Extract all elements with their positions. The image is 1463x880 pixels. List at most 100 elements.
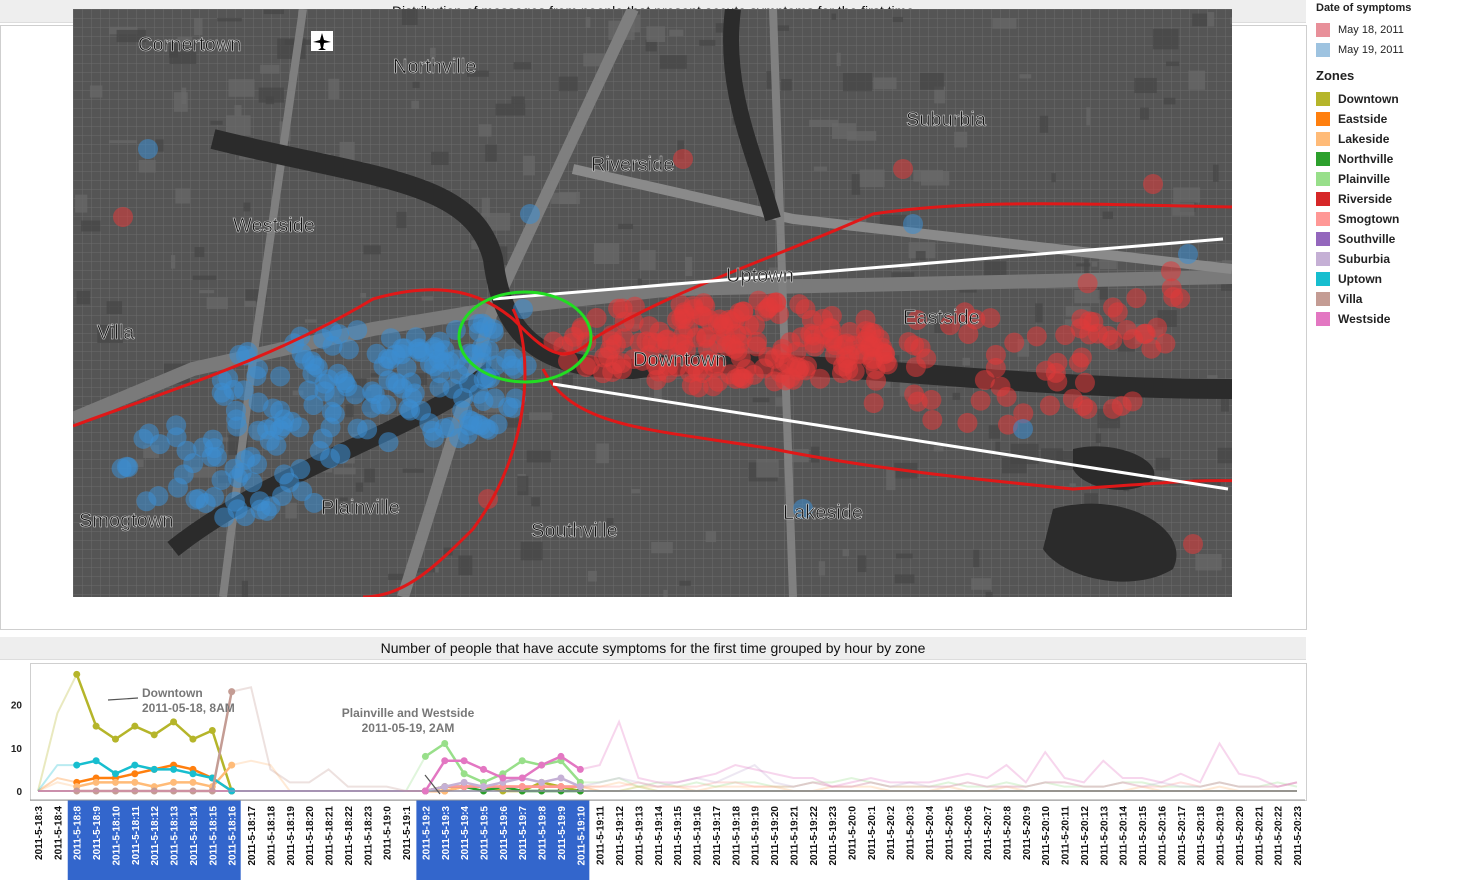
series-point	[479, 765, 487, 773]
legend-zone-item[interactable]: Lakeside	[1316, 129, 1461, 149]
map-label: Eastside	[903, 307, 980, 329]
legend-zone-item[interactable]: Villa	[1316, 289, 1461, 309]
legend-swatch	[1316, 172, 1330, 186]
symptom-dot	[1143, 174, 1163, 194]
x-tick-label: 2011-5-18:18	[266, 806, 277, 866]
legend-swatch	[1316, 92, 1330, 106]
x-tick-label: 2011-5-19:10	[576, 806, 587, 866]
symptom-dot	[1103, 297, 1124, 318]
symptom-dot	[195, 493, 216, 514]
legend-zone-item[interactable]: Westside	[1316, 309, 1461, 329]
x-tick-label: 2011-5-20:5	[944, 806, 955, 860]
legend-swatch	[1316, 112, 1330, 126]
series-point	[441, 783, 449, 791]
legend-zone-item[interactable]: Suburbia	[1316, 249, 1461, 269]
legend-label: Downtown	[1338, 92, 1399, 106]
symptom-dot	[601, 331, 622, 352]
map-label: Downtown	[633, 349, 726, 371]
x-tick-label: 2011-5-20:19	[1216, 806, 1227, 866]
series-point	[421, 787, 429, 795]
symptom-dot	[378, 432, 399, 453]
x-tick-label: 2011-5-18:10	[111, 806, 122, 866]
x-tick-label: 2011-5-18:21	[325, 806, 336, 866]
series-point	[499, 774, 507, 782]
legend-zone-item[interactable]: Riverside	[1316, 189, 1461, 209]
x-tick-label: 2011-5-18:3	[34, 806, 45, 860]
x-tick-label: 2011-5-18:4	[53, 806, 64, 860]
x-tick-label: 2011-5-19:0	[383, 806, 394, 860]
series-line-faded	[38, 719, 1298, 792]
x-tick-label: 2011-5-20:15	[1138, 806, 1149, 866]
x-tick-label: 2011-5-18:12	[150, 806, 161, 866]
legend-zone-item[interactable]: Eastside	[1316, 109, 1461, 129]
series-point	[170, 718, 178, 726]
x-tick-label: 2011-5-20:3	[906, 806, 917, 860]
legend-date-item[interactable]: May 18, 2011	[1316, 20, 1461, 40]
x-tick-label: 2011-5-20:6	[964, 806, 975, 860]
symptom-dot	[320, 448, 341, 469]
y-tick-label: 0	[16, 787, 22, 798]
legend-zone-item[interactable]: Northville	[1316, 149, 1461, 169]
x-tick-label: 2011-5-20:22	[1274, 806, 1285, 866]
x-tick-label: 2011-5-20:13	[1099, 806, 1110, 866]
x-tick-label: 2011-5-19:11	[596, 806, 607, 865]
symptom-dot	[487, 414, 508, 435]
x-tick-label: 2011-5-20:0	[848, 806, 859, 860]
series-point	[170, 765, 178, 773]
symptom-dot	[757, 298, 778, 319]
x-tick-label: 2011-5-18:20	[305, 806, 316, 866]
x-tick-label: 2011-5-20:14	[1119, 806, 1130, 866]
series-point	[460, 757, 468, 765]
x-tick-label: 2011-5-19:19	[751, 806, 762, 866]
annotation-pointer	[107, 697, 139, 701]
symptom-dot	[347, 418, 368, 439]
symptom-dot	[250, 499, 271, 520]
symptom-dot	[405, 327, 426, 348]
series-point	[557, 774, 565, 782]
line-chart[interactable]: 0 10 20 2011-5-18:3 2011-5-18:4 2011-5-18:8 2…	[0, 660, 1310, 880]
symptom-dot	[520, 204, 540, 224]
x-tick-label: 2011-5-20:12	[1080, 806, 1091, 866]
legend-zone-item[interactable]: Plainville	[1316, 169, 1461, 189]
symptom-dot	[502, 397, 523, 418]
legend-zone-item[interactable]: Downtown	[1316, 89, 1461, 109]
x-tick-label: 2011-5-18:23	[363, 806, 374, 866]
legend-swatch	[1316, 152, 1330, 166]
series-point	[189, 778, 197, 786]
map-label: Villa	[97, 322, 135, 344]
symptom-dot	[485, 355, 506, 376]
symptom-dot	[970, 390, 991, 411]
legend-zone-item[interactable]: Southville	[1316, 229, 1461, 249]
legend-date-item[interactable]: May 19, 2011	[1316, 40, 1461, 60]
series-point	[131, 722, 139, 730]
legend-label: Eastside	[1338, 112, 1388, 126]
symptom-dot	[738, 315, 759, 336]
y-tick-label: 10	[11, 744, 23, 755]
symptom-dot	[1077, 398, 1098, 419]
series-point	[421, 752, 429, 760]
symptom-dot	[402, 387, 423, 408]
symptom-dot	[1047, 352, 1068, 373]
symptom-dot	[593, 363, 614, 384]
series-point	[228, 688, 236, 696]
legend-zone-item[interactable]: Uptown	[1316, 269, 1461, 289]
x-tick-label: 2011-5-20:9	[1022, 806, 1033, 860]
symptom-map[interactable]: Cornertown Northville Westside Villa Riversi…	[73, 9, 1232, 597]
series-point	[538, 761, 546, 769]
symptom-dot	[1160, 261, 1181, 282]
legend: Date of symptoms May 18, 2011 May 19, 201…	[1316, 2, 1461, 329]
legend-swatch	[1316, 212, 1330, 226]
map-label: Plainville	[321, 497, 400, 519]
series-point	[92, 722, 100, 730]
series-point	[111, 770, 119, 778]
symptom-dot	[916, 348, 937, 369]
legend-zone-item[interactable]: Smogtown	[1316, 209, 1461, 229]
series-point	[576, 783, 584, 791]
series-point	[557, 752, 565, 760]
annotation-plainville-date: 2011-05-19, 2AM	[362, 721, 455, 735]
symptom-dot	[875, 351, 896, 372]
x-tick-label: 2011-5-19:15	[673, 806, 684, 866]
symptom-dot	[1122, 391, 1143, 412]
symptom-dot	[448, 364, 469, 385]
symptom-dot	[639, 316, 660, 337]
